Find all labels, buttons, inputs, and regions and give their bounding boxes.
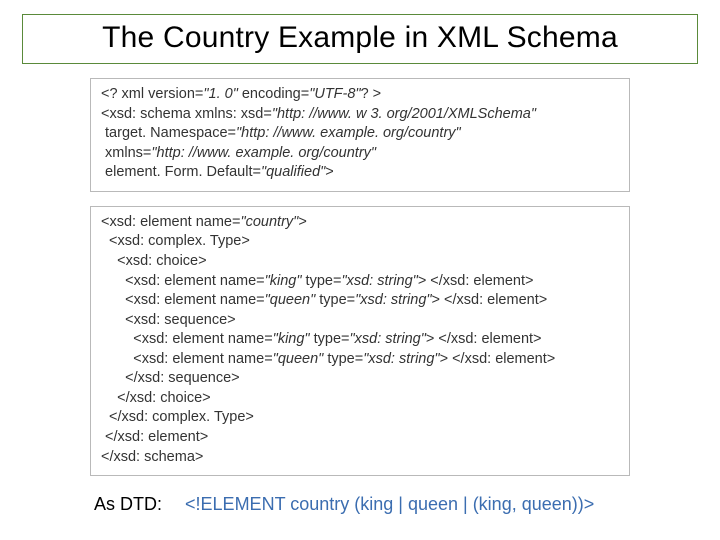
code-literal: "xsd: string" [363,351,439,367]
slide-title: The Country Example in XML Schema [33,21,687,55]
code-text: <? xml version= [101,86,203,102]
code-text: </xsd: sequence> [101,370,240,386]
code-literal: "http: //www. w 3. org/2001/XMLSchema" [272,106,536,122]
code-text: <xsd: schema xmlns: xsd= [101,106,272,122]
code-literal: "xsd: string" [349,331,425,347]
code-text: <xsd: element name= [101,351,273,367]
code-text: <xsd: element name= [101,292,265,308]
dtd-label: As DTD: [94,494,162,514]
xml-body-box: <xsd: element name="country"> <xsd: comp… [90,206,630,476]
code-literal: "qualified" [261,164,325,180]
code-text: ? > [361,86,382,102]
code-text: <xsd: element name= [101,214,240,230]
code-literal: "queen" [273,351,324,367]
dtd-code: <!ELEMENT country (king | queen | (king,… [185,494,594,514]
code-literal: "country" [240,214,298,230]
code-text: > </xsd: element> [426,331,542,347]
code-text: </xsd: element> [101,429,208,445]
code-text: xmlns= [101,145,151,161]
code-text: encoding= [238,86,309,102]
code-text: > [298,214,306,230]
code-text: </xsd: complex. Type> [101,409,254,425]
code-literal: "http: //www. example. org/country" [236,125,461,141]
code-text: > </xsd: element> [418,273,534,289]
code-literal: "king" [265,273,302,289]
code-text: <xsd: complex. Type> [101,233,250,249]
code-text: <xsd: element name= [101,331,273,347]
code-literal: "queen" [265,292,316,308]
code-text: type= [323,351,363,367]
slide: The Country Example in XML Schema <? xml… [0,0,720,540]
code-text: <xsd: sequence> [101,312,236,328]
code-text: type= [315,292,355,308]
code-text: > [325,164,333,180]
code-literal: "UTF-8" [309,86,360,102]
code-text: type= [302,273,342,289]
code-text: </xsd: schema> [101,449,203,465]
code-text: type= [310,331,350,347]
code-literal: "king" [273,331,310,347]
code-text: target. Namespace= [101,125,236,141]
code-literal: "1. 0" [203,86,237,102]
code-literal: "xsd: string" [355,292,431,308]
code-text: <xsd: element name= [101,273,265,289]
code-text: <xsd: choice> [101,253,207,269]
code-literal: "xsd: string" [341,273,417,289]
dtd-row: As DTD: <!ELEMENT country (king | queen … [94,494,698,515]
xml-prolog-box: <? xml version="1. 0" encoding="UTF-8"? … [90,78,630,192]
title-box: The Country Example in XML Schema [22,14,698,64]
code-text: > </xsd: element> [440,351,556,367]
code-text: </xsd: choice> [101,390,211,406]
code-text: > </xsd: element> [432,292,548,308]
code-literal: "http: //www. example. org/country" [151,145,376,161]
code-text: element. Form. Default= [101,164,261,180]
